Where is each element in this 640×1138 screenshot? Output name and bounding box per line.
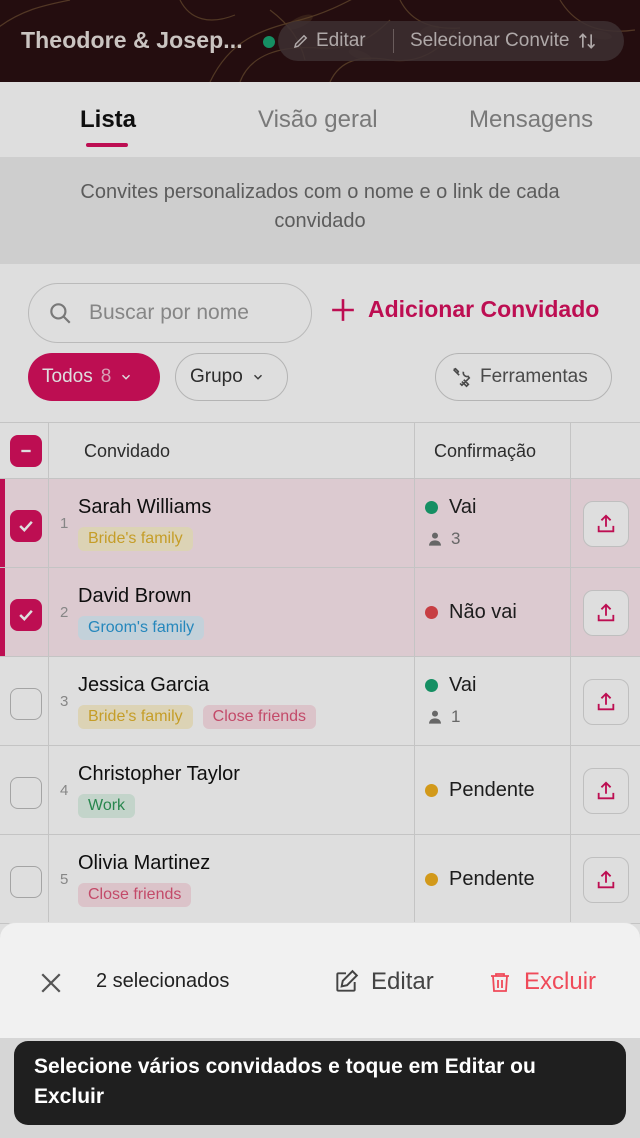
bulk-edit-label: Editar (371, 968, 434, 995)
bulk-delete-label: Excluir (524, 968, 597, 995)
close-icon[interactable] (36, 968, 66, 998)
bulk-edit-button[interactable]: Editar (333, 968, 434, 996)
bulk-delete-button[interactable]: Excluir (488, 968, 596, 996)
trash-icon (491, 973, 509, 992)
tutorial-toast: Selecione vários convidados e toque em E… (14, 1041, 626, 1125)
selected-count: 2 selecionados (96, 970, 230, 992)
bulk-action-bar: 2 selecionados Editar Excluir (0, 922, 640, 1038)
edit-icon (336, 969, 359, 992)
